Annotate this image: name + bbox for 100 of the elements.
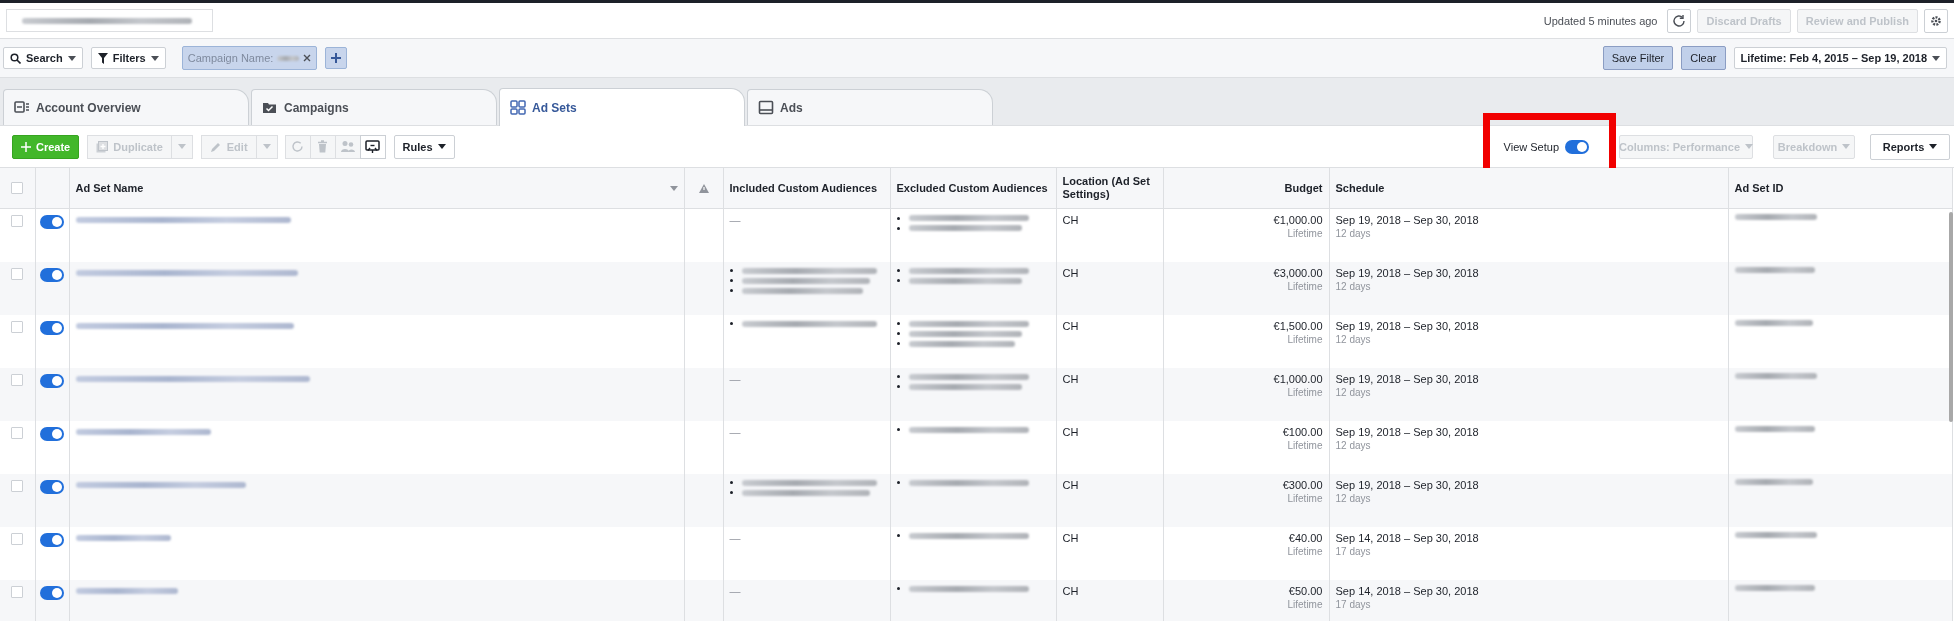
caret-icon bbox=[150, 55, 159, 61]
budget-type: Lifetime bbox=[1286, 385, 1323, 399]
budget-type: Lifetime bbox=[1286, 544, 1323, 558]
budget-type: Lifetime bbox=[1286, 227, 1323, 240]
caret-icon bbox=[1842, 144, 1851, 149]
refresh-icon bbox=[1672, 13, 1687, 28]
budget-type: Lifetime bbox=[1286, 332, 1323, 346]
duplicate-icon bbox=[96, 140, 109, 153]
budget-amount: €300.00 bbox=[1281, 478, 1323, 492]
plus-icon bbox=[21, 141, 31, 152]
row-checkbox[interactable] bbox=[11, 320, 24, 333]
caret-icon bbox=[437, 144, 446, 149]
budget-amount: €1,000.00 bbox=[1272, 214, 1323, 227]
tab[interactable]: Campaigns bbox=[251, 89, 497, 125]
settings-button[interactable] bbox=[1924, 8, 1948, 33]
row-checkbox[interactable] bbox=[11, 215, 24, 227]
schedule-dates: Sep 19, 2018 – Sep 30, 2018 bbox=[1335, 478, 1480, 492]
caret-icon bbox=[1745, 144, 1753, 149]
caret-icon bbox=[262, 144, 271, 149]
ad-set-toggle[interactable] bbox=[40, 532, 64, 547]
row-checkbox[interactable] bbox=[11, 267, 24, 280]
schedule-duration: 12 days bbox=[1335, 227, 1372, 240]
clear-button[interactable]: Clear bbox=[1681, 46, 1726, 70]
schedule-dates: Sep 14, 2018 – Sep 30, 2018 bbox=[1335, 584, 1480, 598]
add-filter-button[interactable] bbox=[325, 47, 348, 69]
budget-amount: €50.00 bbox=[1287, 584, 1323, 598]
budget-amount: €100.00 bbox=[1281, 425, 1323, 439]
settings-icon bbox=[1930, 14, 1942, 27]
empty-value-dash: — bbox=[729, 372, 741, 385]
row-checkbox[interactable] bbox=[11, 532, 24, 545]
schedule-duration: 12 days bbox=[1335, 438, 1372, 452]
ad-set-toggle[interactable] bbox=[40, 267, 64, 282]
caret-icon bbox=[67, 55, 76, 61]
date-range-button[interactable]: Lifetime: Feb 4, 2015 – Sep 19, 2018 bbox=[1733, 47, 1947, 69]
ad-set-toggle[interactable] bbox=[40, 479, 64, 494]
tab[interactable]: Ads bbox=[747, 89, 993, 125]
empty-value-dash: — bbox=[729, 425, 741, 438]
column-header[interactable]: Budget bbox=[1284, 181, 1323, 195]
row-checkbox[interactable] bbox=[11, 585, 24, 598]
ad-set-toggle[interactable] bbox=[40, 585, 64, 600]
save-filter-button[interactable]: Save Filter bbox=[1602, 46, 1674, 70]
column-header[interactable]: Ad Set ID bbox=[1734, 181, 1784, 195]
empty-value-dash: — bbox=[729, 531, 741, 544]
close-icon bbox=[303, 54, 312, 62]
caret-icon bbox=[1929, 144, 1938, 149]
pencil-icon bbox=[209, 140, 222, 153]
search-icon bbox=[10, 52, 21, 64]
preview-icon bbox=[365, 139, 381, 154]
ad-set-toggle[interactable] bbox=[40, 215, 64, 229]
schedule-dates: Sep 19, 2018 – Sep 30, 2018 bbox=[1335, 319, 1480, 333]
plus-icon bbox=[331, 53, 342, 63]
scrollbar[interactable] bbox=[1949, 212, 1953, 422]
row-checkbox[interactable] bbox=[11, 373, 24, 386]
schedule-dates: Sep 14, 2018 – Sep 30, 2018 bbox=[1335, 531, 1480, 545]
delete-button[interactable] bbox=[309, 134, 336, 159]
schedule-duration: 12 days bbox=[1335, 491, 1372, 505]
location-text: CH bbox=[1062, 531, 1080, 545]
caret-icon bbox=[177, 144, 186, 149]
location-text: CH bbox=[1062, 584, 1080, 598]
schedule-duration: 12 days bbox=[1335, 279, 1372, 293]
filter-icon bbox=[97, 52, 108, 64]
row-checkbox[interactable] bbox=[11, 426, 24, 439]
reports-button[interactable]: Reports bbox=[1870, 133, 1950, 160]
updated-text: Updated 5 minutes ago bbox=[1543, 14, 1658, 27]
rules-button[interactable]: Rules bbox=[393, 134, 455, 159]
schedule-duration: 17 days bbox=[1335, 544, 1372, 558]
location-text: CH bbox=[1062, 372, 1080, 386]
schedule-dates: Sep 19, 2018 – Sep 30, 2018 bbox=[1335, 266, 1480, 280]
ad-set-toggle[interactable] bbox=[40, 320, 64, 335]
location-text: CH bbox=[1062, 425, 1080, 439]
people-icon bbox=[340, 140, 355, 153]
budget-type: Lifetime bbox=[1286, 279, 1323, 293]
row-checkbox[interactable] bbox=[11, 479, 24, 492]
budget-type: Lifetime bbox=[1286, 491, 1323, 505]
caret-icon bbox=[1932, 55, 1940, 61]
budget-amount: €40.00 bbox=[1287, 531, 1323, 545]
search-button[interactable]: Search bbox=[3, 47, 83, 69]
account-field[interactable] bbox=[6, 9, 213, 32]
schedule-dates: Sep 19, 2018 – Sep 30, 2018 bbox=[1335, 425, 1480, 439]
location-text: CH bbox=[1062, 319, 1080, 333]
budget-amount: €1,500.00 bbox=[1272, 319, 1323, 333]
tab[interactable]: Ad Sets bbox=[499, 88, 745, 126]
tab[interactable]: Account Overview bbox=[3, 89, 249, 125]
location-text: CH bbox=[1062, 266, 1080, 280]
schedule-duration: 17 days bbox=[1335, 597, 1372, 611]
schedule-dates: Sep 19, 2018 – Sep 30, 2018 bbox=[1335, 214, 1480, 227]
preview-button[interactable] bbox=[359, 134, 386, 159]
ad-set-toggle[interactable] bbox=[40, 426, 64, 441]
filters-button[interactable]: Filters bbox=[90, 47, 166, 69]
column-header[interactable]: Ad Set Name bbox=[75, 181, 144, 195]
location-text: CH bbox=[1062, 214, 1080, 227]
refresh-button[interactable] bbox=[1667, 8, 1692, 33]
ad-set-toggle[interactable] bbox=[40, 373, 64, 388]
view-setup-toggle[interactable] bbox=[1565, 139, 1589, 154]
budget-amount: €1,000.00 bbox=[1272, 372, 1323, 386]
column-header[interactable]: Schedule bbox=[1335, 181, 1385, 195]
dropdown-button[interactable] bbox=[255, 134, 278, 159]
select-all-checkbox[interactable] bbox=[11, 182, 24, 194]
dropdown-button[interactable] bbox=[170, 134, 193, 159]
view-setup-label: View Setup bbox=[1503, 140, 1559, 153]
